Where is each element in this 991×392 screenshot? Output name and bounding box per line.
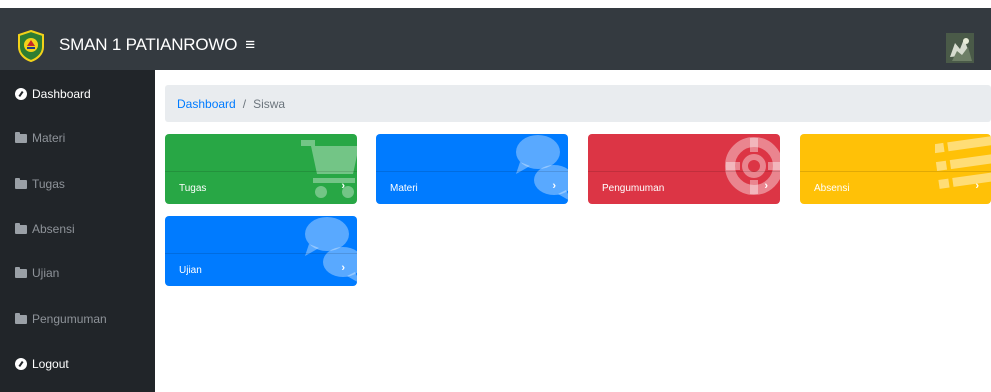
- top-navbar: SMAN 1 PATIANROWO ≡: [0, 8, 991, 70]
- folder-icon: [15, 222, 27, 234]
- dashboard-icon: [15, 88, 27, 100]
- top-strip: [0, 0, 991, 8]
- folder-icon: [15, 131, 27, 143]
- folder-icon: [15, 312, 27, 324]
- card-tugas[interactable]: Tugas ›: [165, 134, 357, 204]
- card-footer: Tugas: [165, 171, 357, 204]
- card-footer: Pengumuman: [588, 171, 780, 204]
- sidebar: Dashboard Materi Tugas Absensi Ujian Pen…: [0, 70, 155, 392]
- card-label: Materi: [390, 182, 418, 194]
- folder-icon: [15, 177, 27, 189]
- menu-toggle-icon[interactable]: ≡: [245, 35, 255, 54]
- chevron-right-icon: ›: [764, 180, 768, 192]
- card-materi[interactable]: Materi ›: [376, 134, 568, 204]
- card-pengumuman[interactable]: Pengumuman ›: [588, 134, 780, 204]
- card-footer: Absensi: [800, 171, 991, 204]
- sidebar-item-pengumuman[interactable]: Pengumuman: [0, 297, 155, 341]
- main-content: Dashboard / Siswa Tugas › Materi › Pengu…: [155, 70, 991, 392]
- card-label: Tugas: [179, 182, 207, 194]
- sidebar-item-label: Absensi: [32, 222, 75, 236]
- school-logo-icon: [18, 30, 44, 62]
- chevron-right-icon: ›: [975, 180, 979, 192]
- sidebar-item-tugas[interactable]: Tugas: [0, 162, 155, 206]
- sidebar-item-logout[interactable]: Logout: [0, 342, 155, 386]
- chevron-right-icon: ›: [341, 180, 345, 192]
- user-avatar[interactable]: [946, 33, 974, 63]
- card-label: Ujian: [179, 264, 202, 276]
- sidebar-item-absensi[interactable]: Absensi: [0, 207, 155, 251]
- sidebar-item-ujian[interactable]: Ujian: [0, 251, 155, 295]
- breadcrumb-current: Siswa: [253, 96, 286, 111]
- sidebar-item-label: Pengumuman: [32, 312, 107, 326]
- card-footer: Materi: [376, 171, 568, 204]
- card-footer: Ujian: [165, 253, 357, 286]
- sidebar-item-label: Ujian: [32, 266, 60, 280]
- help-icon: [15, 358, 27, 370]
- folder-icon: [15, 266, 27, 278]
- card-ujian[interactable]: Ujian ›: [165, 216, 357, 286]
- breadcrumb: Dashboard / Siswa: [165, 85, 991, 122]
- card-label: Absensi: [814, 182, 850, 194]
- sidebar-item-label: Dashboard: [32, 87, 91, 101]
- chevron-right-icon: ›: [552, 180, 556, 192]
- card-absensi[interactable]: Absensi ›: [800, 134, 991, 204]
- card-label: Pengumuman: [602, 182, 665, 194]
- sidebar-item-materi[interactable]: Materi: [0, 116, 155, 160]
- sidebar-item-label: Tugas: [32, 177, 65, 191]
- sidebar-item-dashboard[interactable]: Dashboard: [0, 72, 155, 116]
- sidebar-item-label: Materi: [32, 131, 66, 145]
- chevron-right-icon: ›: [341, 262, 345, 274]
- brand-name: SMAN 1 PATIANROWO: [59, 35, 238, 54]
- breadcrumb-home-link[interactable]: Dashboard: [177, 97, 236, 111]
- sidebar-item-label: Logout: [32, 357, 69, 371]
- brand-title[interactable]: SMAN 1 PATIANROWO ≡: [59, 35, 255, 55]
- breadcrumb-separator: /: [242, 96, 247, 111]
